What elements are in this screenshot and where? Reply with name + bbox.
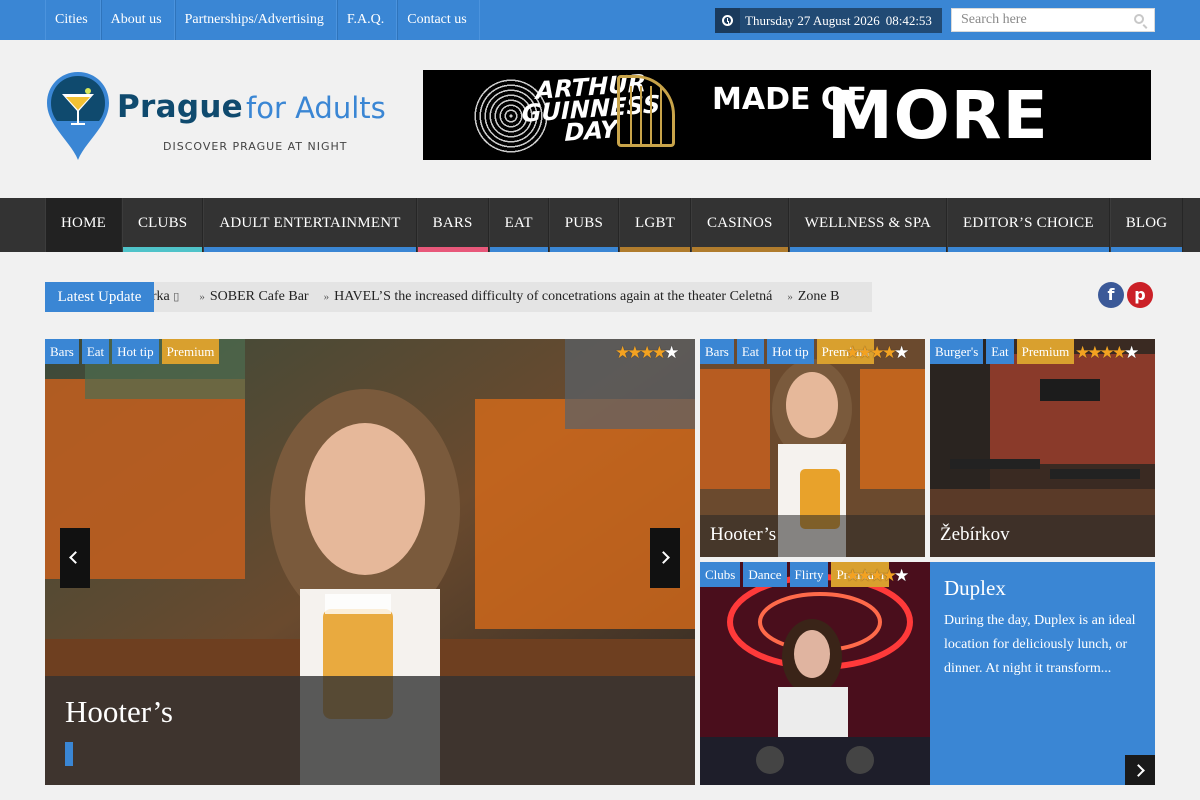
rating-stars: ★★★★★ xyxy=(845,566,909,586)
ticker-item[interactable]: irka ▯ xyxy=(148,282,199,312)
latest-update-ticker: Latest Update irka ▯ » SOBER Cafe Bar » HA… xyxy=(45,282,872,312)
ticker-item[interactable]: » HAVEL’S the increased difficulty of con… xyxy=(324,282,788,312)
slider-next-button[interactable] xyxy=(650,528,680,588)
rating-stars: ★★★★★ xyxy=(1075,343,1139,363)
main-slide-caption: Hooter’s xyxy=(45,676,695,785)
tag-bars[interactable]: Bars xyxy=(45,339,79,364)
duplex-excerpt: During the day, Duplex is an ideal locat… xyxy=(944,613,1136,676)
tag-premium[interactable]: Premium xyxy=(161,339,220,364)
logo-word-for-adults: for Adults xyxy=(246,91,386,125)
chevron-right-icon: » xyxy=(199,291,205,303)
ticker-items: irka ▯ » SOBER Cafe Bar » HAVEL’S the incr… xyxy=(148,282,854,312)
date-time-display: Thursday 27 August 2026 08:42:53 xyxy=(715,8,942,33)
tile-tags: Burger's Eat Premium xyxy=(930,339,1075,364)
next-arrow-button[interactable] xyxy=(1125,755,1155,785)
tag-hot-tip[interactable]: Hot tip xyxy=(767,339,814,364)
ticker-item-text[interactable]: Zone B xyxy=(798,289,840,304)
top-nav: Cities About us Partnerships/Advertising… xyxy=(45,0,480,40)
nav-item-pubs[interactable]: PUBS xyxy=(548,198,620,252)
nav-item-clubs[interactable]: CLUBS xyxy=(121,198,204,252)
tag-clubs[interactable]: Clubs xyxy=(700,562,741,587)
duplex-info-panel: Duplex During the day, Duplex is an idea… xyxy=(930,562,1155,785)
rating-stars: ★★★★★ xyxy=(615,343,679,363)
tag-dance[interactable]: Dance xyxy=(743,562,787,587)
harp-icon xyxy=(617,75,675,147)
search-box xyxy=(951,8,1155,32)
tag-flirty[interactable]: Flirty xyxy=(789,562,829,587)
map-pin-cocktail-icon xyxy=(47,72,109,160)
chevron-right-icon: » xyxy=(787,291,793,303)
main-nav: HOME CLUBS ADULT ENTERTAINMENT BARS EAT PUBS L… xyxy=(0,198,1200,252)
main-slide-tags: Bars Eat Hot tip Premium xyxy=(45,339,220,364)
main-slider[interactable]: Bars Eat Hot tip Premium ★★★★★ Hooter’s xyxy=(45,339,695,785)
nav-item-home[interactable]: HOME xyxy=(45,198,122,252)
rating-stars: ★★★★★ xyxy=(845,343,909,363)
main-nav-list: HOME CLUBS ADULT ENTERTAINMENT BARS EAT PUBS L… xyxy=(45,198,1184,252)
banner-more: MORE xyxy=(827,77,1049,154)
top-link-partnerships[interactable]: Partnerships/Advertising xyxy=(174,0,337,40)
tag-eat[interactable]: Eat xyxy=(81,339,110,364)
tag-premium[interactable]: Premium xyxy=(1016,339,1075,364)
top-link-contact[interactable]: Contact us xyxy=(397,0,480,40)
nav-item-bars[interactable]: BARS xyxy=(416,198,489,252)
current-date: Thursday 27 August 2026 xyxy=(745,12,880,28)
tag-bars[interactable]: Bars xyxy=(700,339,734,364)
top-link-faq[interactable]: F.A.Q. xyxy=(336,0,398,40)
nav-item-editor-s-choice[interactable]: EDITOR’S CHOICE xyxy=(947,198,1110,252)
tile-zebirkov[interactable]: Burger's Eat Premium ★★★★★ Žebírkov xyxy=(930,339,1155,557)
search-icon[interactable] xyxy=(1134,14,1144,24)
top-link-about[interactable]: About us xyxy=(100,0,175,40)
tile-title[interactable]: Hooter’s xyxy=(700,515,925,557)
top-bar: Cities About us Partnerships/Advertising… xyxy=(0,0,1200,40)
tile-title[interactable]: Žebírkov xyxy=(930,515,1155,557)
ticker-item-text[interactable]: HAVEL’S the increased difficulty of conc… xyxy=(334,289,772,304)
facebook-icon[interactable]: f xyxy=(1098,282,1124,308)
duplex-title[interactable]: Duplex xyxy=(944,576,1006,601)
ticker-item[interactable]: » Zone B xyxy=(787,282,854,312)
tile-duplex[interactable]: Clubs Dance Flirty Premium ★★★★★ xyxy=(700,562,930,785)
nav-item-wellness-spa[interactable]: WELLNESS & SPA xyxy=(788,198,948,252)
slide-indicator[interactable] xyxy=(65,742,73,766)
nav-item-blog[interactable]: BLOG xyxy=(1109,198,1184,252)
nav-item-adult-entertainment[interactable]: ADULT ENTERTAINMENT xyxy=(203,198,417,252)
search-input[interactable] xyxy=(952,9,1122,31)
top-link-cities[interactable]: Cities xyxy=(45,0,101,40)
tag-burgers[interactable]: Burger's xyxy=(930,339,984,364)
ticker-item[interactable]: » SOBER Cafe Bar xyxy=(199,282,323,312)
guinness-ad-banner[interactable]: ARTHUR GUINNESS DAY MADE OF MORE xyxy=(423,70,1151,160)
logo-word-prague: Prague xyxy=(117,89,244,125)
pinterest-icon[interactable]: p xyxy=(1127,282,1153,308)
main-slide-title[interactable]: Hooter’s xyxy=(65,694,173,730)
tile-photo-dj xyxy=(700,562,930,785)
tile-hooters[interactable]: Bars Eat Hot tip Premium ★★★★★ Hooter’s xyxy=(700,339,925,557)
clock-icon xyxy=(715,8,740,33)
nav-item-eat[interactable]: EAT xyxy=(488,198,549,252)
tag-eat[interactable]: Eat xyxy=(986,339,1014,364)
tag-hot-tip[interactable]: Hot tip xyxy=(112,339,159,364)
site-logo[interactable]: Prague for Adults DISCOVER PRAGUE AT NIG… xyxy=(45,70,405,162)
nav-item-lgbt[interactable]: LGBT xyxy=(619,198,692,252)
nav-end-accent xyxy=(1144,247,1155,252)
current-time: 08:42:53 xyxy=(885,12,932,28)
ticker-item-text[interactable]: SOBER Cafe Bar xyxy=(210,289,309,304)
nav-item-casinos[interactable]: CASINOS xyxy=(691,198,789,252)
slider-prev-button[interactable] xyxy=(60,528,90,588)
tag-eat[interactable]: Eat xyxy=(736,339,765,364)
chevron-right-icon: » xyxy=(323,291,330,303)
logo-tagline: DISCOVER PRAGUE AT NIGHT xyxy=(163,140,348,153)
latest-update-label: Latest Update xyxy=(45,282,154,312)
bookmark-icon: ▯ xyxy=(173,291,180,303)
